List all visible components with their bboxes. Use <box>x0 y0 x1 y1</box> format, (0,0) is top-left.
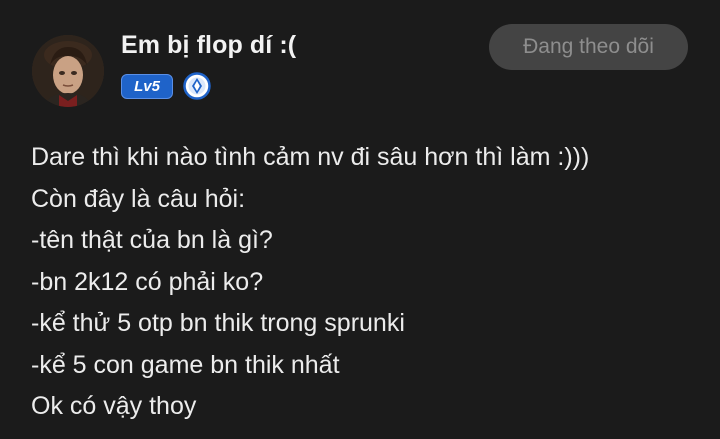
following-button[interactable]: Đang theo dõi <box>489 24 688 70</box>
post-line: -kể 5 con game bn thik nhất <box>31 350 340 379</box>
post-content: Dare thì khi nào tình cảm nv đi sâu hơn … <box>31 137 701 428</box>
avatar[interactable] <box>32 35 104 107</box>
post-line: -bn 2k12 có phải ko? <box>31 267 264 296</box>
post-line: Còn đây là câu hỏi: <box>31 184 246 213</box>
post-line: -tên thật của bn là gì? <box>31 226 273 254</box>
author-name[interactable]: Em bị flop dí :( <box>121 31 296 60</box>
verified-badge-icon <box>183 72 211 100</box>
post-card: Em bị flop dí :( Lv5 Đang theo dõi Dare … <box>0 0 720 439</box>
post-line: Dare thì khi nào tình cảm nv đi sâu hơn … <box>31 143 590 171</box>
author-badges: Lv5 <box>121 72 211 100</box>
level-badge: Lv5 <box>121 73 173 99</box>
avatar-image <box>32 35 104 107</box>
post-line: -kể thử 5 otp bn thik trong sprunki <box>31 309 405 337</box>
post-line: Ok có vậy thoy <box>31 392 197 420</box>
